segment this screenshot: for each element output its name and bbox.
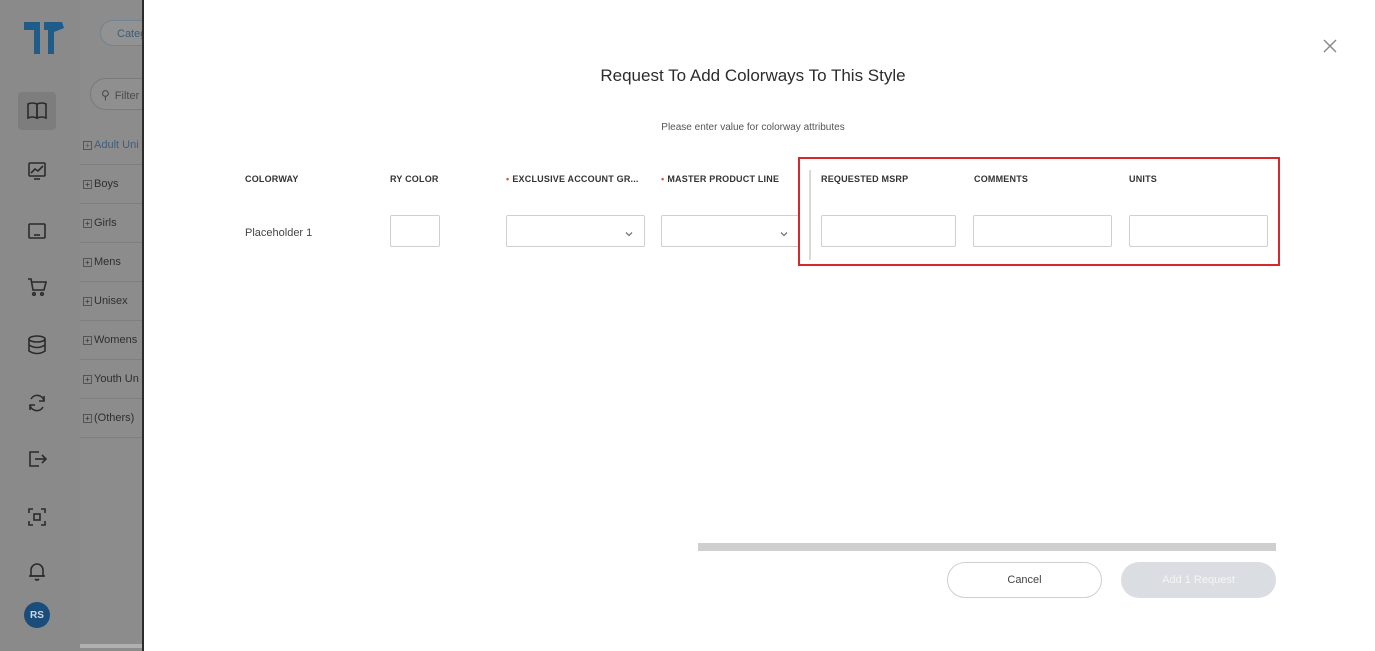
tree-item-unisex[interactable]: + Unisex (80, 282, 142, 321)
monitor-icon[interactable] (18, 212, 56, 250)
search-icon: ⚲ (101, 88, 110, 102)
export-icon[interactable] (18, 440, 56, 478)
highlight-box (798, 157, 1280, 266)
add-request-button[interactable]: Add 1 Request (1121, 562, 1276, 598)
tree-item-girls[interactable]: + Girls (80, 204, 142, 243)
tree-item-label: Mens (94, 256, 121, 268)
table-horizontal-scrollbar[interactable] (698, 543, 1276, 551)
column-header-master-product-line: • MASTER PRODUCT LINE (661, 174, 779, 184)
column-header-colorway: COLORWAY (245, 174, 299, 184)
sync-icon[interactable] (18, 384, 56, 422)
modal-title: Request To Add Colorways To This Style (600, 66, 906, 85)
chevron-down-icon (779, 226, 789, 237)
chevron-down-icon (624, 226, 634, 237)
expand-icon: + (83, 218, 92, 228)
exclusive-account-select[interactable] (506, 215, 645, 247)
expand-icon: + (83, 374, 92, 384)
expand-icon: + (83, 140, 92, 150)
tree-item-others[interactable]: + (Others) (80, 399, 142, 438)
tree-item-womens[interactable]: + Womens (80, 321, 142, 360)
tree-item-label: Womens (94, 334, 138, 346)
column-header-label: EXCLUSIVE ACCOUNT GR... (512, 174, 639, 184)
tree-item-label: Adult Uni (94, 139, 139, 151)
tree-item-adult-unisex[interactable]: + Adult Uni (80, 126, 142, 165)
tree-item-label: Girls (94, 217, 117, 229)
tree-item-label: Youth Un (94, 373, 139, 385)
book-icon[interactable] (18, 92, 56, 130)
tree-item-boys[interactable]: + Boys (80, 165, 142, 204)
expand-icon: + (83, 335, 92, 345)
master-product-line-select[interactable] (661, 215, 800, 247)
column-header-exclusive-account: • EXCLUSIVE ACCOUNT GR... (506, 174, 639, 184)
colorway-name: Placeholder 1 (245, 227, 313, 239)
tree-item-youth-unisex[interactable]: + Youth Un (80, 360, 142, 399)
filter-input[interactable]: ⚲ Filter (90, 78, 142, 110)
chart-icon[interactable] (18, 152, 56, 190)
cart-icon[interactable] (18, 268, 56, 306)
column-header-primary-color: RY COLOR (390, 174, 439, 184)
close-icon[interactable] (1320, 36, 1340, 56)
category-toggle-button[interactable]: Categ (100, 20, 142, 46)
app-nav-rail: RS (0, 0, 81, 651)
column-header-label: MASTER PRODUCT LINE (667, 174, 780, 184)
tree-item-label: Unisex (94, 295, 128, 307)
panel-scrollbar[interactable] (80, 644, 142, 648)
expand-icon: + (83, 179, 92, 189)
scan-icon[interactable] (18, 498, 56, 536)
user-avatar[interactable]: RS (24, 602, 50, 628)
tree-item-label: (Others) (94, 412, 135, 424)
cancel-button[interactable]: Cancel (947, 562, 1102, 598)
required-marker: • (506, 174, 510, 184)
tree-item-mens[interactable]: + Mens (80, 243, 142, 282)
bell-icon[interactable] (18, 552, 56, 590)
expand-icon: + (83, 257, 92, 267)
expand-icon: + (83, 413, 92, 423)
primary-color-input[interactable] (390, 215, 440, 247)
category-panel: Categ ⚲Filter +Adult Uni +Boys +Girls +M… (80, 0, 142, 651)
modal-subtitle: Please enter value for colorway attribut… (661, 122, 845, 133)
tshirt-logo[interactable] (22, 18, 66, 58)
add-colorways-modal: Request To Add Colorways To This Style P… (142, 0, 1375, 651)
filter-placeholder: Filter (114, 90, 140, 102)
tree-item-label: Boys (94, 178, 119, 190)
required-marker: • (661, 174, 665, 184)
expand-icon: + (83, 296, 92, 306)
database-icon[interactable] (18, 326, 56, 364)
